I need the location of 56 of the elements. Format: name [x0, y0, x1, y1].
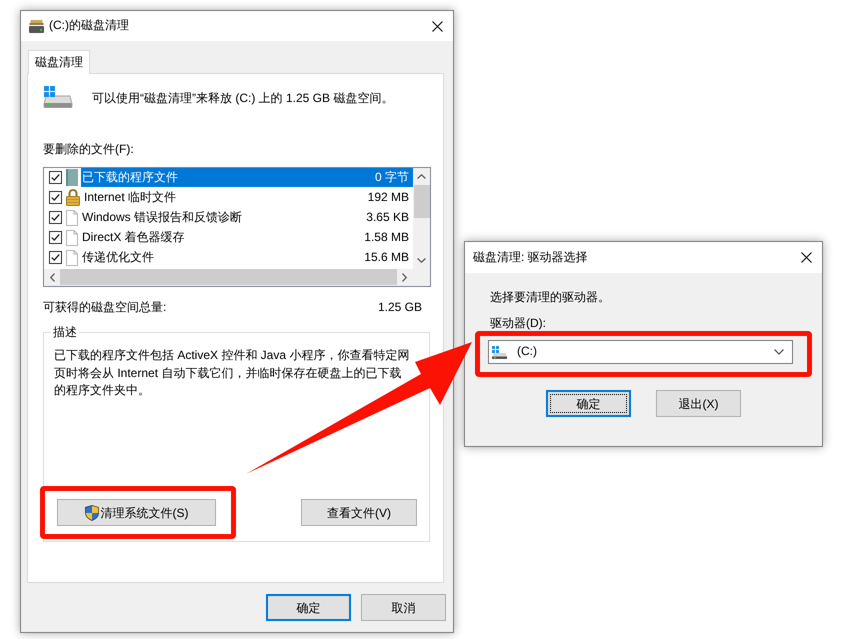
file-name: 已下载的程序文件: [82, 170, 178, 186]
summary-text: 可以使用“磁盘清理”来释放 (C:) 上的 1.25 GB 磁盘空间。: [92, 90, 394, 107]
total-space-value: 1.25 GB: [378, 300, 422, 316]
document-icon: [66, 250, 78, 266]
close-icon[interactable]: [432, 20, 443, 32]
checkbox[interactable]: [49, 231, 62, 244]
scroll-down-icon[interactable]: [417, 258, 426, 263]
file-list-item[interactable]: Windows 错误报告和反馈诊断 3.65 KB: [81, 208, 413, 228]
package-icon: [66, 169, 78, 186]
group-legend: 描述: [51, 324, 79, 340]
file-list-item[interactable]: 传递优化文件 15.6 MB: [81, 248, 413, 268]
document-icon: [66, 210, 78, 226]
checkbox[interactable]: [49, 211, 62, 224]
shield-icon: [84, 504, 98, 521]
total-space-label: 可获得的磁盘空间总量:: [43, 300, 166, 316]
drive-icon: [29, 20, 44, 32]
description-text: 已下载的程序文件包括 ActiveX 控件和 Java 小程序，你查看特定网页时将会从 Internet 自动下载它们，并临时保存在硬盘上的已下载的程序文件夹中。: [53, 347, 410, 400]
drive-dropdown[interactable]: (C:): [488, 340, 793, 364]
ok-button[interactable]: 确定: [266, 594, 351, 621]
scroll-right-icon[interactable]: [402, 272, 407, 282]
drive-label: 驱动器(D):: [490, 316, 547, 332]
checkbox[interactable]: [49, 251, 62, 264]
scroll-up-icon[interactable]: [417, 174, 426, 179]
files-label: 要删除的文件(F):: [43, 142, 135, 158]
chevron-down-icon[interactable]: [774, 349, 784, 356]
close-icon[interactable]: [801, 252, 812, 263]
file-list-item[interactable]: Internet 临时文件 192 MB: [83, 188, 413, 208]
document-icon: [66, 230, 78, 246]
file-size: 3.65 KB: [366, 210, 409, 226]
file-size: 192 MB: [368, 190, 409, 206]
scroll-left-icon[interactable]: [50, 272, 55, 282]
file-name: Internet 临时文件: [84, 190, 176, 206]
drive-icon: [43, 86, 73, 108]
view-files-button[interactable]: 查看文件(V): [301, 499, 417, 526]
checkbox[interactable]: [49, 191, 62, 204]
file-size: 0 字节: [374, 170, 409, 186]
file-size: 15.6 MB: [364, 250, 409, 266]
clean-system-files-button[interactable]: 清理系统文件(S): [57, 499, 216, 526]
cancel-button[interactable]: 取消: [361, 594, 446, 621]
tab[interactable]: 磁盘清理: [28, 50, 90, 74]
dialog-title: 磁盘清理: 驱动器选择: [473, 250, 589, 266]
file-size: 1.58 MB: [364, 230, 409, 246]
file-list-item[interactable]: DirectX 着色器缓存 1.58 MB: [81, 228, 413, 248]
vertical-scrollbar[interactable]: [413, 168, 430, 269]
file-name: DirectX 着色器缓存: [82, 230, 185, 246]
file-list-item[interactable]: 已下载的程序文件 0 字节: [81, 168, 413, 188]
scrollbar-thumb[interactable]: [414, 184, 430, 218]
window-title: (C:)的磁盘清理: [49, 18, 130, 34]
checkbox[interactable]: [49, 171, 62, 184]
ok-button[interactable]: 确定: [546, 390, 631, 418]
exit-button[interactable]: 退出(X): [656, 390, 741, 418]
file-name: Windows 错误报告和反馈诊断: [82, 210, 242, 226]
prompt-text: 选择要清理的驱动器。: [490, 290, 611, 306]
lock-icon: [66, 189, 80, 206]
drive-icon: [492, 346, 507, 359]
file-name: 传递优化文件: [82, 250, 154, 266]
